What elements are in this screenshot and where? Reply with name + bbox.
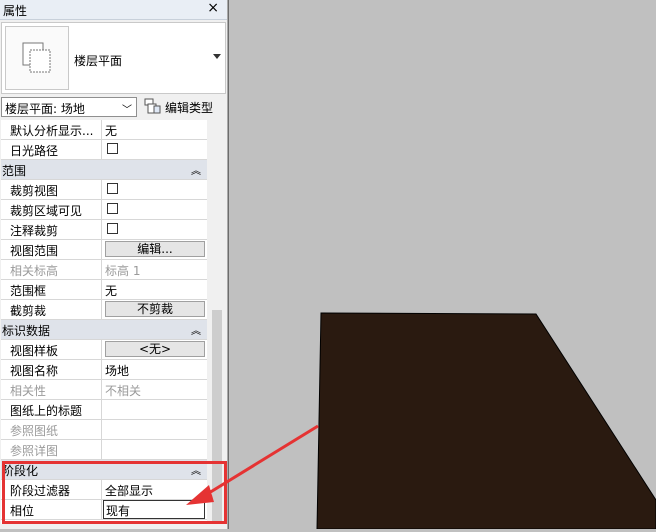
annotation-overlay [186,424,319,505]
annotation-arrow-line [203,424,319,498]
annotation-arrowhead [186,485,214,505]
